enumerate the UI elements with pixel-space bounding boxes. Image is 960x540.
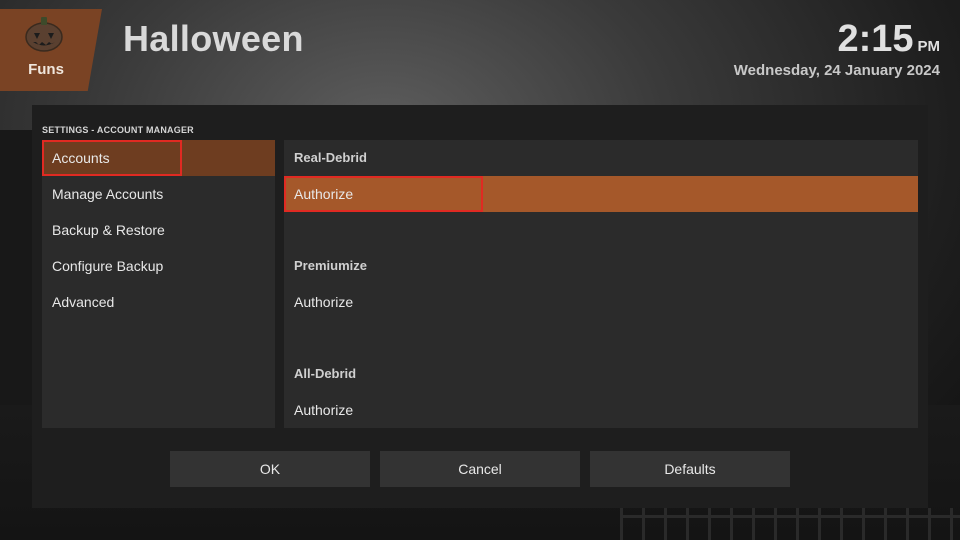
dialog-title: SETTINGS - ACCOUNT MANAGER bbox=[42, 125, 194, 135]
cancel-button[interactable]: Cancel bbox=[380, 451, 580, 487]
all-debrid-authorize-button[interactable]: Authorize bbox=[284, 392, 918, 428]
defaults-button[interactable]: Defaults bbox=[590, 451, 790, 487]
clock-time: 2:15 bbox=[837, 18, 914, 60]
background-fence bbox=[620, 508, 960, 540]
clock: 2:15 PM Wednesday, 24 January 2024 bbox=[734, 18, 940, 79]
ok-button[interactable]: OK bbox=[170, 451, 370, 487]
category-item-advanced[interactable]: Advanced bbox=[42, 284, 275, 320]
logo-label: Funs bbox=[28, 61, 64, 78]
settings-list: Real-Debrid Authorize Premiumize Authori… bbox=[284, 140, 918, 428]
section-header-premiumize: Premiumize bbox=[294, 258, 367, 273]
setting-label: Authorize bbox=[294, 402, 354, 418]
category-label: Configure Backup bbox=[52, 258, 164, 274]
category-item-accounts[interactable]: Accounts bbox=[42, 140, 275, 176]
pumpkin-icon bbox=[25, 17, 63, 52]
real-debrid-authorize-button[interactable]: Authorize bbox=[284, 176, 918, 212]
logo-tile[interactable]: Funs bbox=[0, 9, 102, 91]
focus-outline bbox=[284, 176, 483, 212]
setting-label: Authorize bbox=[294, 294, 354, 310]
clock-ampm: PM bbox=[917, 38, 941, 55]
premiumize-authorize-button[interactable]: Authorize bbox=[284, 284, 918, 320]
category-label: Manage Accounts bbox=[52, 186, 164, 202]
category-item-manage-accounts[interactable]: Manage Accounts bbox=[42, 176, 275, 212]
section-header-real-debrid: Real-Debrid bbox=[294, 150, 367, 165]
page-title: Halloween bbox=[123, 18, 304, 59]
settings-dialog: SETTINGS - ACCOUNT MANAGER Accounts Mana… bbox=[32, 105, 928, 508]
background-shadow bbox=[0, 130, 32, 410]
category-list: Accounts Manage Accounts Backup & Restor… bbox=[42, 140, 275, 428]
category-label: Advanced bbox=[52, 294, 115, 310]
category-label: Backup & Restore bbox=[52, 222, 165, 238]
clock-date: Wednesday, 24 January 2024 bbox=[733, 62, 940, 79]
section-header-all-debrid: All-Debrid bbox=[294, 366, 357, 381]
category-item-configure-backup[interactable]: Configure Backup bbox=[42, 248, 275, 284]
background-fence-rail bbox=[620, 515, 960, 518]
focus-outline bbox=[42, 140, 182, 176]
category-item-backup-restore[interactable]: Backup & Restore bbox=[42, 212, 275, 248]
